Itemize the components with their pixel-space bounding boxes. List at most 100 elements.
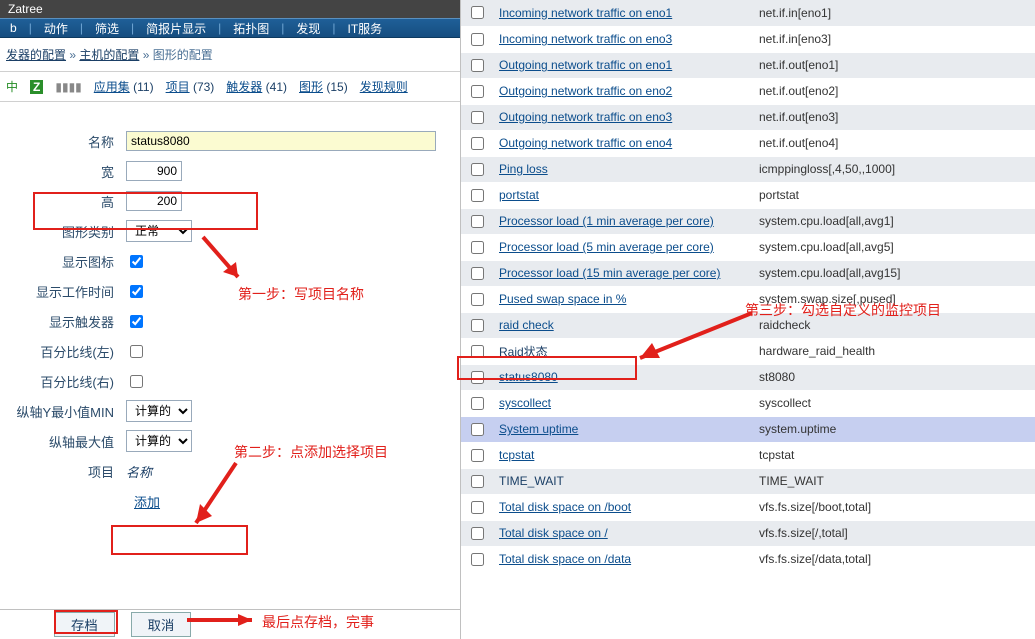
menu-rpt[interactable]: 简报片显示 [142,20,210,37]
item-link[interactable]: status8080 [499,370,558,384]
table-row[interactable]: Outgoing network traffic on eno3 net.if.o… [461,104,1035,130]
table-row[interactable]: syscollectsyscollect [461,390,1035,416]
item-key: vfs.fs.size[/boot,total] [753,494,1035,520]
item-checkbox[interactable] [471,6,484,19]
table-row[interactable]: Incoming network traffic on eno1net.if.i… [461,0,1035,26]
table-row[interactable]: Processor load (15 min average per core)… [461,260,1035,286]
menu-topo[interactable]: 拓扑图 [229,20,273,37]
item-checkbox[interactable] [471,85,484,98]
tb-disc[interactable]: 发现规则 [360,80,408,94]
trigger-checkbox[interactable] [130,315,143,328]
table-row[interactable]: Outgoing network traffic on eno4net.if.o… [461,130,1035,156]
item-checkbox[interactable] [471,293,484,306]
tb-trig[interactable]: 触发器 [226,80,262,94]
ymax-select[interactable]: 计算的 [126,430,192,452]
crumb-host[interactable]: 主机的配置 [79,48,139,62]
item-link[interactable]: Outgoing network traffic on eno2 [499,84,672,98]
menu-act[interactable]: 动作 [40,20,72,37]
item-link[interactable]: Processor load (1 min average per core) [499,214,714,228]
item-link[interactable]: Outgoing network traffic on eno1 [499,58,672,72]
table-row[interactable]: Total disk space on /data vfs.fs.size[/da… [461,546,1035,572]
item-checkbox[interactable] [471,319,484,332]
cancel-button[interactable]: 取消 [131,612,192,637]
item-checkbox[interactable] [471,553,484,566]
item-link[interactable]: Incoming network traffic on eno3 [499,32,672,46]
lbl-items: 项目 [0,462,126,481]
table-row[interactable]: Ping lossicmppingloss[,4,50,,1000] [461,156,1035,182]
item-checkbox[interactable] [471,397,484,410]
item-checkbox[interactable] [471,371,484,384]
menu-disc[interactable]: 发现 [292,20,324,37]
item-key: vfs.fs.size[/data,total] [753,546,1035,572]
tb-items[interactable]: 项目 [166,80,190,94]
item-link[interactable]: raid check [499,318,554,332]
table-row[interactable]: raid checkraidcheck [461,312,1035,338]
crumb-trig[interactable]: 发器的配置 [6,48,66,62]
main-menu[interactable]: b| 动作| 筛选| 简报片显示| 拓扑图| 发现| IT服务 [0,18,460,38]
item-link[interactable]: syscollect [499,396,551,410]
item-checkbox[interactable] [471,163,484,176]
worktime-checkbox[interactable] [130,285,143,298]
table-row[interactable]: Outgoing network traffic on eno2net.if.o… [461,78,1035,104]
item-link[interactable]: Processor load (5 min average per core) [499,240,714,254]
item-checkbox[interactable] [471,241,484,254]
table-row[interactable]: System uptimesystem.uptime [461,416,1035,442]
tb-graph[interactable]: 图形 [299,80,323,94]
lbl-name: 名称 [0,132,126,151]
height-input[interactable] [126,191,182,211]
menu-it[interactable]: IT服务 [344,20,387,37]
pctr-checkbox[interactable] [130,375,143,388]
item-checkbox[interactable] [471,475,484,488]
item-checkbox[interactable] [471,267,484,280]
item-link[interactable]: tcpstat [499,448,534,462]
item-checkbox[interactable] [471,501,484,514]
item-checkbox[interactable] [471,137,484,150]
table-row[interactable]: Total disk space on /boot vfs.fs.size[/bo… [461,494,1035,520]
name-input[interactable] [126,131,436,151]
table-row[interactable]: status8080st8080 [461,364,1035,390]
item-link[interactable]: Outgoing network traffic on eno4 [499,136,672,150]
table-row[interactable]: TIME_WAITTIME_WAIT [461,468,1035,494]
item-link[interactable]: Outgoing network traffic on eno3 [499,110,672,124]
table-row[interactable]: Processor load (5 min average per core)s… [461,234,1035,260]
item-link[interactable]: Total disk space on /boot [499,500,631,514]
table-row[interactable]: Outgoing network traffic on eno1net.if.o… [461,52,1035,78]
save-button[interactable]: 存档 [54,612,115,637]
item-link[interactable]: Total disk space on /data [499,552,631,566]
item-link[interactable]: Total disk space on / [499,526,608,540]
table-row[interactable]: tcpstat tcpstat [461,442,1035,468]
tb-apps[interactable]: 应用集 [94,80,130,94]
item-link[interactable]: portstat [499,188,539,202]
table-row[interactable]: Incoming network traffic on eno3net.if.i… [461,26,1035,52]
item-checkbox[interactable] [471,423,484,436]
item-link[interactable]: Pused swap space in % [499,292,626,306]
lbl-pctr: 百分比线(右) [0,372,126,391]
table-row[interactable]: Processor load (1 min average per core)s… [461,208,1035,234]
table-row[interactable]: Pused swap space in %system.swap.size[,p… [461,286,1035,312]
item-key: net.if.out[eno3] [753,104,1035,130]
item-key: tcpstat [753,442,1035,468]
pctl-checkbox[interactable] [130,345,143,358]
item-link[interactable]: System uptime [499,422,578,436]
width-input[interactable] [126,161,182,181]
add-item-link[interactable]: 添加 [126,492,168,511]
legend-checkbox[interactable] [130,255,143,268]
item-checkbox[interactable] [471,111,484,124]
item-checkbox[interactable] [471,449,484,462]
menu-flt[interactable]: 筛选 [91,20,123,37]
item-link[interactable]: Incoming network traffic on eno1 [499,6,672,20]
item-link[interactable]: Ping loss [499,162,548,176]
table-row[interactable]: portstatportstat [461,182,1035,208]
item-checkbox[interactable] [471,59,484,72]
ymin-select[interactable]: 计算的 [126,400,192,422]
type-select[interactable]: 正常 [126,220,192,242]
menu-b[interactable]: b [6,21,21,35]
item-checkbox[interactable] [471,527,484,540]
table-row[interactable]: Raid状态hardware_raid_health [461,338,1035,364]
item-checkbox[interactable] [471,189,484,202]
item-checkbox[interactable] [471,345,484,358]
item-link[interactable]: Processor load (15 min average per core) [499,266,720,280]
table-row[interactable]: Total disk space on /vfs.fs.size[/,total… [461,520,1035,546]
item-checkbox[interactable] [471,33,484,46]
item-checkbox[interactable] [471,215,484,228]
